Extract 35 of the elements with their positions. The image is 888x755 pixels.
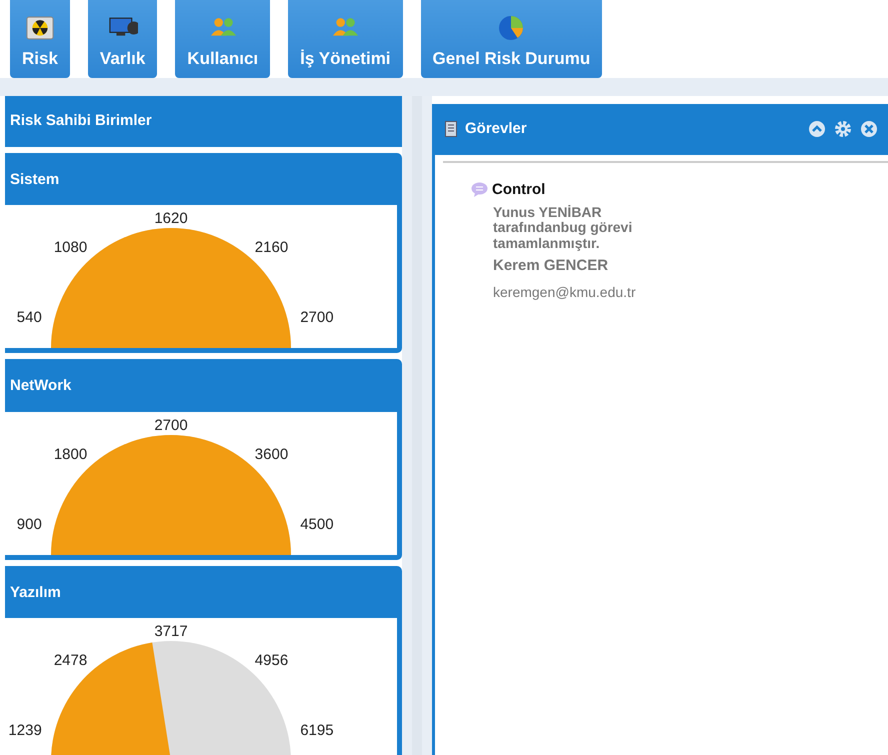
task-title[interactable]: Control bbox=[492, 178, 546, 201]
gauge-label: 2478 bbox=[54, 652, 88, 670]
gauge-label: 1800 bbox=[54, 446, 88, 463]
panel-title: Risk Sahibi Birimler bbox=[5, 96, 402, 146]
gauge-label: 540 bbox=[16, 309, 42, 326]
gauge-label: 3600 bbox=[254, 446, 288, 463]
panel-title: Görevler bbox=[465, 119, 528, 139]
gauge-label: 3717 bbox=[154, 623, 188, 640]
nav-button[interactable]: İş Yönetimi bbox=[288, 0, 403, 78]
gauge-label: 2700 bbox=[154, 416, 188, 434]
nav-button[interactable]: Kullanıcı bbox=[175, 0, 270, 78]
task-email: keremgen@kmu.edu.tr bbox=[492, 282, 637, 302]
gauge-label: 900 bbox=[16, 516, 42, 532]
gauge-label: 2700 bbox=[300, 309, 334, 326]
document-icon bbox=[445, 121, 457, 138]
nav-button[interactable]: Risk bbox=[10, 0, 70, 78]
nav-button[interactable]: Genel Risk Durumu bbox=[420, 0, 602, 78]
card-title: NetWork bbox=[9, 376, 72, 396]
card-title: Sistem bbox=[9, 170, 60, 190]
nav-button[interactable]: Varlık bbox=[88, 0, 158, 78]
task-message: Yunus YENİBAR tarafındanbug görevi tamamlanmıştır. bbox=[492, 203, 634, 252]
collapse-icon[interactable] bbox=[808, 120, 826, 138]
gauge-label: 4956 bbox=[254, 652, 288, 670]
radiation-icon bbox=[24, 16, 55, 40]
close-icon[interactable] bbox=[860, 120, 878, 138]
gauge-label: 4500 bbox=[300, 516, 334, 532]
gauge-label: 1239 bbox=[8, 722, 42, 739]
card-title: Yazılım bbox=[9, 582, 62, 602]
speech-bubble-icon bbox=[471, 182, 488, 198]
gauge-label: 6195 bbox=[300, 722, 334, 739]
settings-icon[interactable] bbox=[834, 120, 852, 138]
gauge-label: 1620 bbox=[154, 210, 188, 227]
task-user: Kerem GENCER bbox=[492, 256, 610, 276]
gauge-label: 2160 bbox=[254, 239, 288, 256]
gauge-label: 1080 bbox=[54, 239, 88, 256]
